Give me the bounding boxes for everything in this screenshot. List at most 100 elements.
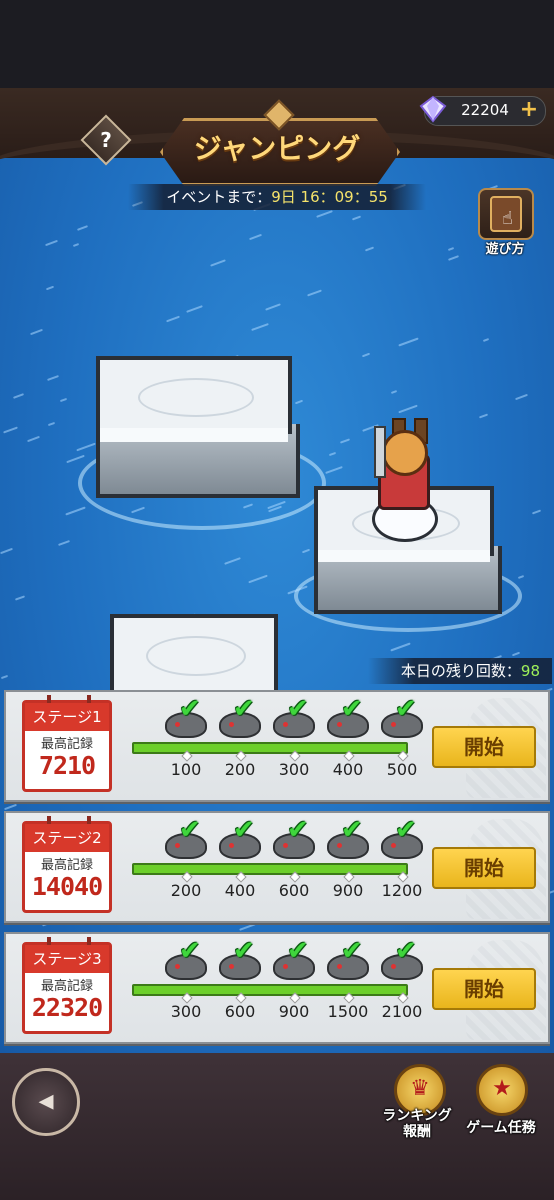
wave-streak	[294, 399, 304, 405]
wave-streak	[390, 642, 411, 652]
wave-streak	[27, 435, 40, 443]
player-head	[382, 430, 428, 476]
wave-streak	[12, 393, 25, 399]
milestone-score: 600	[224, 1002, 256, 1021]
milestone-reward: ✔	[377, 936, 427, 982]
gem-count: 22204	[461, 101, 509, 119]
wave-streak	[3, 426, 18, 434]
start-button[interactable]: 開始	[432, 726, 536, 768]
check-icon: ✔	[233, 815, 255, 845]
check-icon: ✔	[179, 694, 201, 724]
milestone-score: 400	[224, 881, 256, 900]
wave-streak	[72, 243, 80, 247]
best-record-value: 7210	[38, 751, 96, 780]
stage-panel: ステージ2 最高記録 14040 ✔ 200 ✔ 400 ✔ 600 ✔ 900 ✔ 1200 開始	[4, 811, 550, 923]
stage-progress-bar	[132, 742, 408, 754]
ice-block-snow	[318, 550, 490, 562]
ice-block	[96, 356, 292, 434]
milestone-score: 2100	[381, 1002, 423, 1021]
stage-name: ステージ2	[25, 824, 109, 852]
wave-streak	[390, 390, 398, 394]
wave-streak	[447, 255, 460, 261]
wave-streak	[224, 557, 241, 565]
wave-streak	[47, 375, 59, 381]
wave-streak	[515, 393, 528, 401]
check-icon: ✔	[233, 694, 255, 724]
milestone-score: 600	[278, 881, 310, 900]
best-record-label: 最高記録	[40, 979, 93, 994]
check-icon: ✔	[341, 936, 363, 966]
milestone-reward: ✔	[161, 936, 211, 982]
best-record-value: 22320	[31, 993, 103, 1022]
pointer-hand-icon: ☝	[502, 208, 513, 229]
status-bar	[0, 0, 554, 88]
wave-streak	[45, 239, 58, 247]
wave-streak	[447, 247, 455, 251]
milestone-score: 1500	[327, 1002, 369, 1021]
milestone-reward: ✔	[161, 694, 211, 740]
wave-streak	[361, 352, 371, 358]
wave-streak	[517, 575, 525, 579]
start-button[interactable]: 開始	[432, 847, 536, 889]
wave-streak	[0, 674, 9, 680]
stage-card: ステージ1 最高記録 7210	[22, 695, 112, 792]
wave-streak	[339, 438, 351, 444]
start-button[interactable]: 開始	[432, 968, 536, 1010]
game-tasks-button[interactable]: ★	[466, 1064, 538, 1126]
milestone-reward: ✔	[377, 694, 427, 740]
stage-card: ステージ2 最高記録 14040	[22, 816, 112, 913]
wave-streak	[239, 923, 256, 931]
stage-name: ステージ1	[25, 703, 109, 731]
milestone-reward: ✔	[377, 815, 427, 861]
wave-streak	[307, 289, 322, 297]
check-icon: ✔	[341, 815, 363, 845]
wave-streak	[65, 506, 86, 516]
ice-block	[110, 614, 278, 694]
add-gems-button[interactable]: +	[516, 96, 542, 124]
stage-name: ステージ3	[25, 945, 109, 973]
star-icon: ★	[492, 1076, 512, 1101]
milestone-score: 400	[332, 760, 364, 779]
wave-streak	[30, 328, 43, 336]
stage-card: ステージ3 最高記録 22320	[22, 937, 112, 1034]
calendar-rings-icon	[47, 695, 91, 703]
remaining-count: 98	[520, 662, 540, 680]
wave-streak	[76, 225, 89, 231]
milestone-reward: ✔	[323, 694, 373, 740]
wave-streak	[76, 442, 96, 452]
wave-streak	[364, 246, 375, 252]
milestone-score: 900	[278, 1002, 310, 1021]
wave-streak	[58, 540, 70, 546]
wave-streak	[482, 338, 490, 342]
wave-streak	[301, 548, 311, 554]
milestone-reward: ✔	[323, 936, 373, 982]
wave-streak	[186, 305, 203, 313]
milestone-score: 100	[170, 760, 202, 779]
event-timer: イベントまで：9日 16：09：55	[128, 184, 426, 210]
milestone-reward: ✔	[323, 815, 373, 861]
milestone-reward: ✔	[215, 694, 265, 740]
ranking-reward-label: ランキング 報酬	[372, 1108, 462, 1140]
milestone-score: 300	[278, 760, 310, 779]
wave-streak	[398, 404, 418, 414]
check-icon: ✔	[233, 936, 255, 966]
milestone-reward: ✔	[269, 815, 319, 861]
wave-streak	[316, 210, 333, 218]
wave-streak	[4, 803, 17, 811]
milestone-reward: ✔	[269, 694, 319, 740]
check-icon: ✔	[287, 936, 309, 966]
page-title: ジャンピング	[193, 132, 361, 165]
milestone-score: 200	[170, 881, 202, 900]
check-icon: ✔	[341, 694, 363, 724]
wave-streak	[531, 509, 542, 515]
wave-streak	[45, 285, 55, 291]
wave-streak	[210, 259, 226, 267]
check-icon: ✔	[395, 936, 417, 966]
wave-streak	[59, 397, 68, 403]
game-tasks-label: ゲーム任務	[466, 1120, 536, 1136]
wave-streak	[47, 421, 56, 427]
milestone-reward: ✔	[161, 815, 211, 861]
best-record-label: 最高記録	[40, 858, 93, 873]
check-icon: ✔	[179, 936, 201, 966]
milestone-reward: ✔	[269, 936, 319, 982]
